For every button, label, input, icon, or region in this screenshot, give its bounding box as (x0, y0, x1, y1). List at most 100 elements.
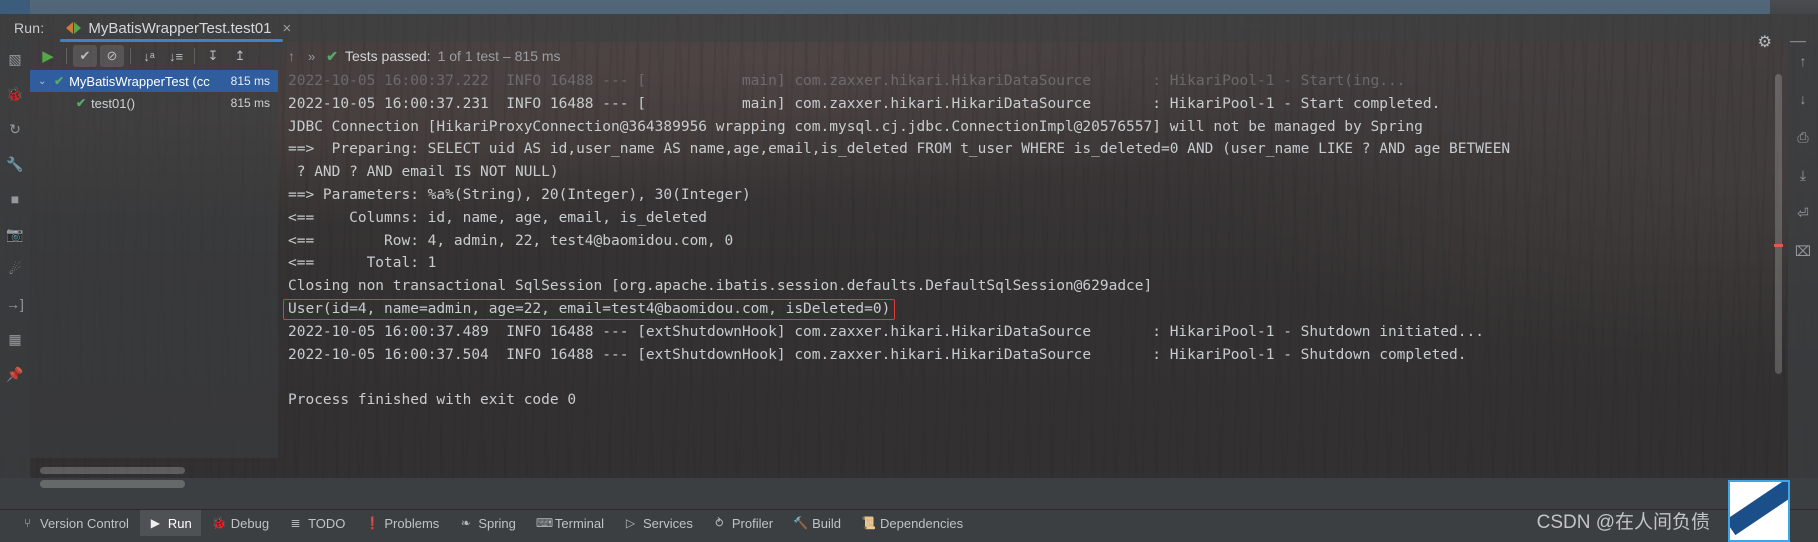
console-error-marker[interactable] (1774, 244, 1783, 247)
console-line: JDBC Connection [HikariProxyConnection@3… (288, 118, 1423, 135)
bottom-tab-todo[interactable]: ≣ TODO (280, 510, 354, 536)
expand-all-button[interactable]: ↧ (201, 45, 225, 67)
console-line: 2022-10-05 16:00:37.504 INFO 16488 --- [… (288, 346, 1467, 363)
console-line: <== Row: 4, admin, 22, test4@baomidou.co… (288, 232, 734, 249)
bottom-tab-services-label: Services (643, 515, 693, 531)
console-line: Process finished with exit code 0 (288, 392, 577, 409)
console-line: <== Total: 1 (288, 255, 437, 272)
bottom-tab-todo-label: TODO (308, 515, 346, 531)
toolbar-separator (130, 48, 131, 64)
bottom-tab-build[interactable]: 🔨 Build (784, 510, 850, 536)
wrench-icon[interactable]: 🔧 (6, 155, 24, 173)
camera-icon[interactable]: 📷 (6, 225, 24, 243)
run-tab-bar: Run: MyBatisWrapperTest.test01 × ⚙ — (0, 14, 1818, 51)
bottom-tab-run-icon: ▶ (150, 516, 160, 530)
more-options-icon[interactable]: » (308, 49, 315, 64)
bottom-tab-build-label: Build (812, 515, 841, 531)
tests-passed-check-icon: ✔ (326, 47, 338, 64)
scroll-up-icon[interactable]: ↑ (1794, 52, 1812, 70)
tree-horizontal-scrollbar[interactable] (40, 467, 185, 474)
bottom-tab-debug-icon: 🐞 (211, 516, 227, 530)
bottom-tab-dependencies-label: Dependencies (879, 515, 964, 531)
bottom-tab-dependencies[interactable]: 📜 Dependencies (852, 510, 972, 536)
bottom-tab-debug[interactable]: 🐞 Debug (203, 510, 278, 536)
console-line: ? AND ? AND email IS NOT NULL) (288, 164, 559, 181)
run-label: Run: (14, 20, 45, 36)
bottom-tab-problems-label: Problems (384, 515, 440, 531)
bottom-tab-version-control-icon: ⑂ (23, 516, 32, 530)
rerun-tests-button[interactable]: ▶ (36, 45, 60, 67)
run-config-tab[interactable]: MyBatisWrapperTest.test01 × (60, 14, 297, 42)
show-passed-button[interactable]: ✔ (73, 45, 97, 67)
restart-icon[interactable]: ↻ (6, 120, 24, 138)
bottom-tab-profiler-label: Profiler (731, 515, 774, 531)
bottom-tab-terminal[interactable]: ⌨ Terminal (527, 510, 613, 536)
print-icon[interactable]: ⎙ (1794, 128, 1812, 146)
bottom-tab-run[interactable]: ▶ Run (139, 510, 201, 536)
test-duration-label: 815 ms (230, 74, 270, 88)
ide-window: Run: MyBatisWrapperTest.test01 × ⚙ — ▧ 🐞 ↻… (0, 0, 1818, 542)
bottom-tab-services-icon: ▷ (625, 516, 636, 530)
console-line: 2022-10-05 16:00:37.231 INFO 16488 --- [… (288, 95, 1441, 112)
import-icon[interactable]: →] (6, 295, 24, 313)
layout-icon[interactable]: ▦ (6, 330, 24, 348)
top-strip-left-block (0, 0, 30, 14)
watermark-text: CSDN @在人间负债 (1536, 512, 1710, 533)
bottom-tab-run-label: Run (167, 515, 192, 531)
bottom-tab-problems-icon: ❗ (365, 516, 381, 530)
top-strip-highlight (30, 0, 1770, 14)
export-icon[interactable]: ⤓ (1794, 166, 1812, 184)
scroll-up-icon[interactable]: ↑ (288, 48, 295, 64)
clear-icon[interactable]: ⌧ (1794, 242, 1812, 260)
bottom-tab-terminal-icon: ⌨ (535, 516, 554, 530)
toolbar-separator (66, 48, 67, 64)
tests-passed-label: Tests passed: (344, 48, 431, 64)
run-config-tab-label: MyBatisWrapperTest.test01 (88, 19, 272, 37)
project-icon[interactable]: ▧ (6, 50, 24, 68)
console-line: 2022-10-05 16:00:37.489 INFO 16488 --- [… (288, 323, 1484, 340)
test-status-line: ↑ » ✔ Tests passed: 1 of 1 test – 815 ms (278, 42, 1788, 70)
bottom-tab-profiler[interactable]: ⥁ Profiler (704, 510, 782, 536)
console-line: 2022-10-05 16:00:37.222 INFO 16488 --- [… (288, 73, 1406, 89)
test-runner-toolbar: ▶ ✔ ⊘ ↓ᵃ ↓≡ ↧ ↥ (30, 42, 284, 70)
bottom-tab-spring-icon: ❧ (460, 516, 471, 530)
console-output[interactable]: 2022-10-05 16:00:37.222 INFO 16488 --- [… (278, 70, 1774, 470)
right-icon-rail: ↑ ↓ ⎙ ⤓ ⏎ ⌧ (1788, 42, 1818, 478)
sort-by-duration-button[interactable]: ↓≡ (164, 45, 188, 67)
bottom-tab-version-control[interactable]: ⑂ Version Control (12, 510, 138, 536)
bottom-tab-debug-label: Debug (230, 515, 270, 531)
test-suite-row[interactable]: ⌄ ✔ MyBatisWrapperTest (cc 815 ms (30, 70, 278, 92)
console-line: ==> Parameters: %a%(String), 20(Integer)… (288, 186, 751, 203)
console-line: <== Columns: id, name, age, email, is_de… (288, 209, 708, 226)
test-name-label: MyBatisWrapperTest (cc (69, 73, 210, 89)
test-case-row[interactable]: ✔ test01() 815 ms (30, 92, 278, 114)
bottom-tab-problems[interactable]: ❗ Problems (356, 510, 448, 536)
run-config-icon (66, 21, 82, 35)
filter-icon[interactable]: ☄ (6, 260, 24, 278)
console-vertical-scrollbar[interactable] (1775, 74, 1782, 374)
test-passed-icon: ✔ (76, 96, 87, 110)
bottom-horizontal-scrollbar[interactable] (40, 480, 185, 488)
bottom-tab-profiler-icon: ⥁ (715, 516, 724, 530)
close-icon[interactable]: × (283, 20, 292, 37)
bottom-tab-spring[interactable]: ❧ Spring (450, 510, 525, 536)
highlight-box: User(id=4, name=admin, age=22, email=tes… (283, 298, 896, 320)
test-results-tree[interactable]: ⌄ ✔ MyBatisWrapperTest (cc 815 ms ✔ test01() 8… (30, 70, 278, 458)
wrap-icon[interactable]: ⏎ (1794, 204, 1812, 222)
console-line: ==> Preparing: SELECT uid AS id,user_nam… (288, 141, 1511, 158)
pin-icon[interactable]: 📌 (6, 365, 24, 383)
show-ignored-button[interactable]: ⊘ (100, 45, 124, 67)
scroll-down-icon[interactable]: ↓ (1794, 90, 1812, 108)
tests-passed-detail: 1 of 1 test – 815 ms (437, 48, 561, 64)
collapse-all-button[interactable]: ↥ (228, 45, 252, 67)
test-duration-label: 815 ms (230, 96, 270, 110)
chevron-down-icon[interactable]: ⌄ (38, 76, 49, 87)
bottom-tab-terminal-label: Terminal (554, 515, 605, 531)
bottom-tab-services[interactable]: ▷ Services (615, 510, 702, 536)
debug-icon[interactable]: 🐞 (6, 85, 24, 103)
bottom-tab-dependencies-icon: 📜 (860, 516, 876, 530)
stop-icon[interactable]: ■ (6, 190, 24, 208)
sort-alphabetically-button[interactable]: ↓ᵃ (137, 45, 161, 67)
console-line-highlighted: User(id=4, name=admin, age=22, email=tes… (283, 298, 1774, 321)
